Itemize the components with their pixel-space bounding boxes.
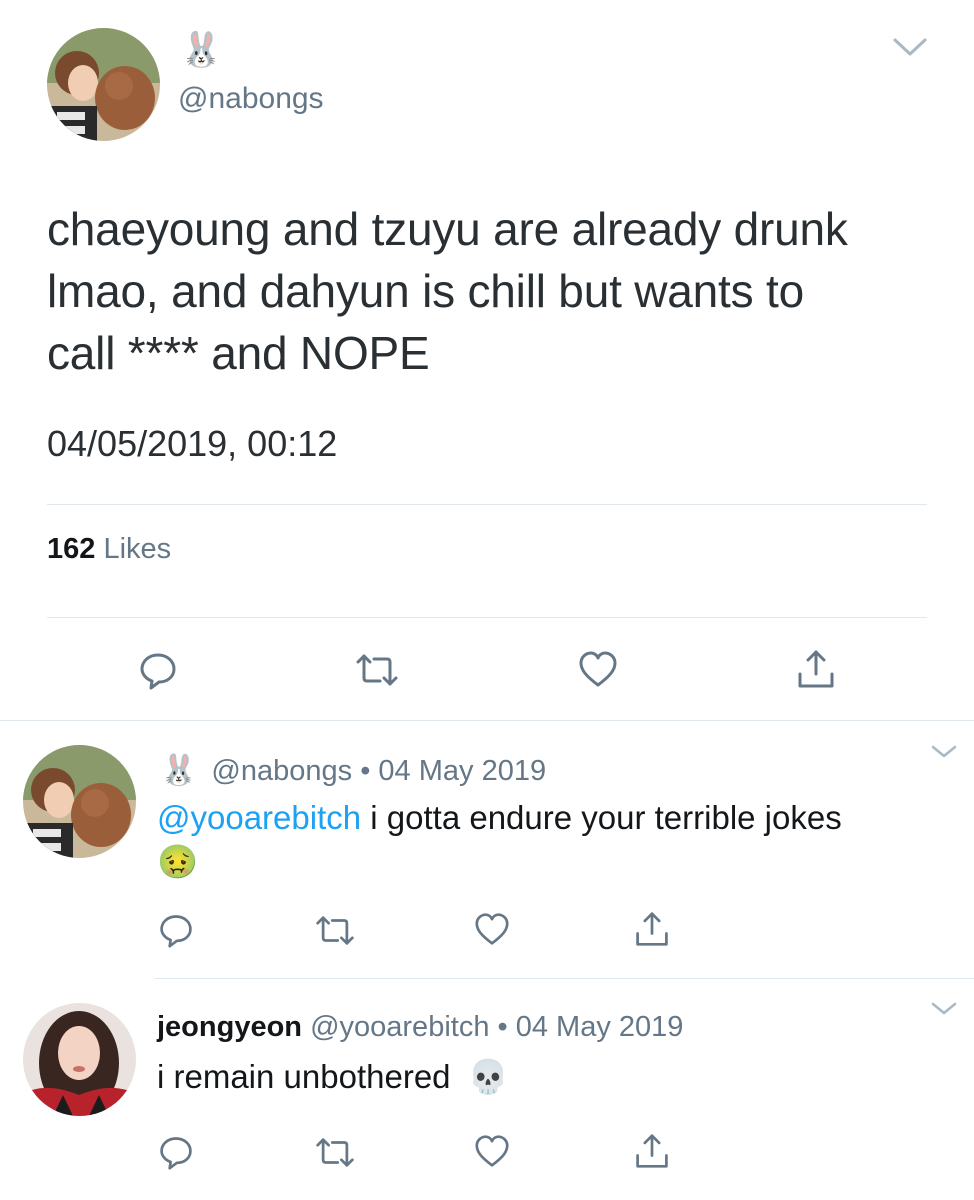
share-icon[interactable] xyxy=(634,910,670,948)
author-handle[interactable]: @nabongs xyxy=(211,755,352,787)
tweet-timestamp[interactable]: 04/05/2019, 00:12 xyxy=(47,423,337,465)
meta-separator: • xyxy=(360,755,371,787)
divider xyxy=(0,720,974,721)
author-name[interactable]: jeongyeon xyxy=(157,1011,302,1043)
reply-text-body: i remain unbothered xyxy=(157,1058,451,1095)
author-handle[interactable]: @yooarebitch xyxy=(310,1011,489,1043)
likes-label: Likes xyxy=(103,533,172,565)
nauseated-emoji: 🤢 xyxy=(157,843,199,880)
heart-icon[interactable] xyxy=(474,1134,510,1168)
reply-icon[interactable] xyxy=(158,1134,194,1170)
reply-text-body: i gotta endure your terrible jokes xyxy=(370,799,842,836)
tweet-text-line: lmao, and dahyun is chill but wants to xyxy=(47,265,804,317)
chevron-down-icon[interactable] xyxy=(892,36,928,58)
reply-date[interactable]: 04 May 2019 xyxy=(378,755,546,787)
divider xyxy=(47,504,927,505)
likes-count[interactable]: 162 Likes xyxy=(47,533,171,566)
retweet-icon[interactable] xyxy=(314,914,356,947)
share-icon[interactable] xyxy=(634,1132,670,1170)
share-icon[interactable] xyxy=(796,648,836,690)
retweet-icon[interactable] xyxy=(354,652,400,688)
divider xyxy=(155,978,974,979)
avatar[interactable] xyxy=(47,28,160,141)
author-name-emoji: 🐰 xyxy=(180,31,223,69)
meta-separator: • xyxy=(497,1011,508,1043)
avatar[interactable] xyxy=(23,745,136,858)
reply-meta: jeongyeon @yooarebitch • 04 May 2019 xyxy=(157,1011,683,1044)
chevron-down-icon[interactable] xyxy=(930,1001,958,1017)
reply-meta: 🐰 @nabongs • 04 May 2019 xyxy=(160,753,546,788)
reply-icon[interactable] xyxy=(158,912,194,948)
heart-icon[interactable] xyxy=(578,650,618,688)
tweet-text-line: chaeyoung and tzuyu are already drunk xyxy=(47,203,848,255)
reply-date[interactable]: 04 May 2019 xyxy=(516,1011,684,1043)
skull-emoji: 💀 xyxy=(467,1058,509,1095)
chevron-down-icon[interactable] xyxy=(930,744,958,760)
heart-icon[interactable] xyxy=(474,912,510,946)
retweet-icon[interactable] xyxy=(314,1136,356,1169)
author-name-emoji: 🐰 xyxy=(160,754,198,787)
reply-text: @yooarebitch i gotta endure your terribl… xyxy=(157,799,842,837)
reply-icon[interactable] xyxy=(138,650,178,690)
reply-text: i remain unbothered 💀 xyxy=(157,1058,509,1097)
mention-link[interactable]: @yooarebitch xyxy=(157,799,361,836)
tweet-text: chaeyoung and tzuyu are already drunk lm… xyxy=(47,198,927,384)
author-handle[interactable]: @nabongs xyxy=(178,82,324,116)
likes-number: 162 xyxy=(47,533,96,565)
tweet-text-line: call **** and NOPE xyxy=(47,327,430,379)
avatar[interactable] xyxy=(23,1003,136,1116)
divider xyxy=(47,617,927,618)
